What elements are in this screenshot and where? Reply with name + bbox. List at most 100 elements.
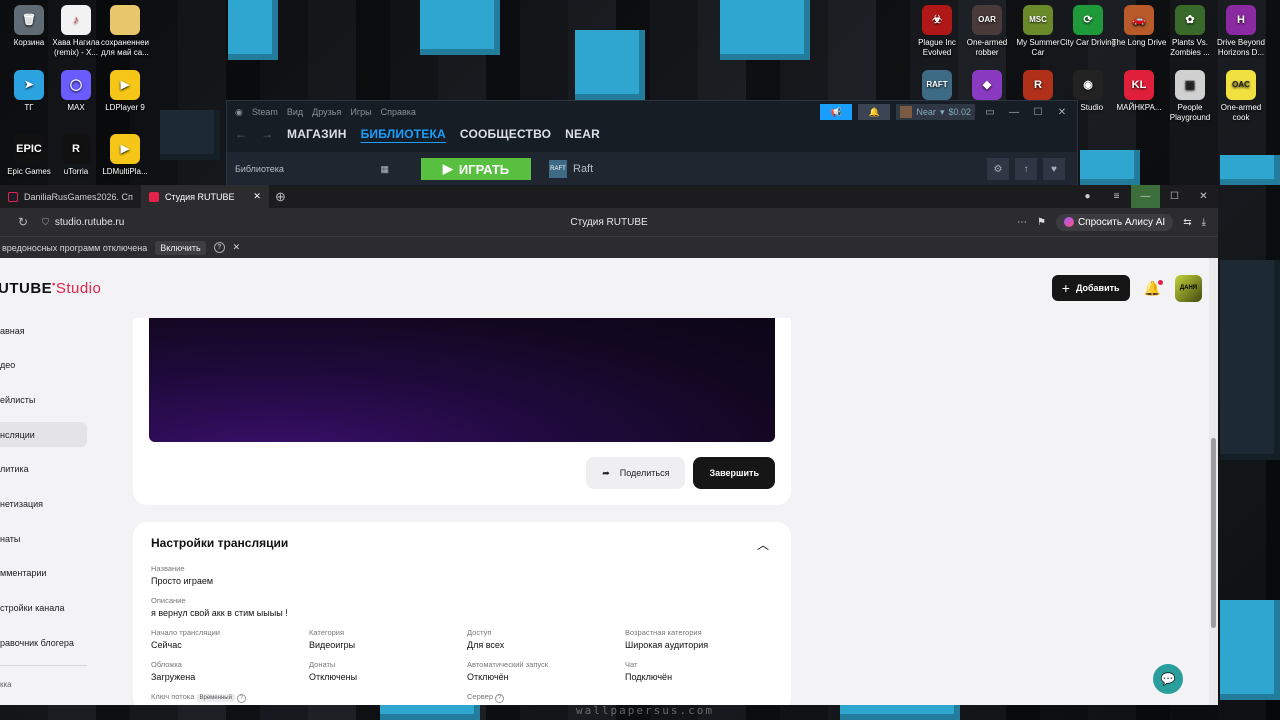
sidebar-item[interactable]: стройки канала [0,596,90,621]
field-value: Подключён [625,672,673,682]
sidebar-item[interactable]: авная [0,318,90,343]
minecraft-launcher-shortcut[interactable]: KL МАЙНКРА... [1110,70,1168,113]
steam-user[interactable]: Near ▾ $0.02 [896,104,975,120]
steam-menu-item[interactable]: Игры [350,107,371,117]
steam-menu-item[interactable]: Справка [381,107,416,117]
field-label: Автоматический запуск [467,660,549,669]
translate-icon[interactable]: ⇆ [1183,217,1191,228]
sidebar-item[interactable]: нетизация [0,491,90,516]
close-icon[interactable]: ✕ [1053,107,1071,118]
chevron-up-icon[interactable]: ︿ [757,536,769,553]
site-info-icon[interactable]: ⛉ [42,217,49,228]
steam-tab-profile[interactable]: NEAR [565,127,600,141]
my-summer-car-icon: MSC [1023,5,1053,35]
page-scrollbar[interactable] [1209,258,1218,705]
pvz-shortcut[interactable]: ✿ Plants Vs. Zombies ... [1161,5,1219,58]
help-icon[interactable]: ? [495,694,505,703]
help-icon[interactable]: ? [213,242,225,253]
finish-button[interactable]: Завершить [693,457,775,489]
steam-bell-icon[interactable]: 🔔 [858,104,891,120]
forward-arrow-icon[interactable]: → [261,127,273,141]
enable-button[interactable]: Включить [155,240,206,255]
one-armed-cook-shortcut[interactable]: OAC One-armed cook [1212,70,1270,123]
settings-gear-icon[interactable]: ⚙ [987,158,1009,180]
browser-tab[interactable]: DaniliaRusGames2026. Сп [0,185,141,208]
steam-menu-item[interactable]: Steam [252,107,278,117]
steam-tab-store[interactable]: МАГАЗИН [287,127,347,141]
monitor-icon[interactable]: ▭ [981,107,999,118]
stream-preview[interactable] [149,318,775,442]
minimize-icon[interactable]: — [1005,107,1023,118]
back-arrow-icon[interactable]: ← [235,127,247,141]
library-label[interactable]: Библиотека ▦ [227,164,397,175]
shortcut-label: One-armed robber [966,38,1008,57]
sidebar-item[interactable]: мментарии [0,561,90,586]
shortcut-label: People Playground [1169,103,1211,122]
wallpaper-cube [380,705,480,720]
ldmultiplayer-shortcut[interactable]: ▶ LDMultiPla... [96,134,154,177]
steam-topright: 📢 🔔 Near ▾ $0.02 ▭ — ☐ ✕ [820,104,1071,120]
folder-shortcut[interactable]: сохраненнеи для май са... [96,5,154,58]
support-chat-icon[interactable]: 💬 [1153,664,1183,694]
menu-icon[interactable]: ≡ [1102,185,1131,208]
field-value: Сейчас [151,640,182,650]
field-value: Видеоигры [309,640,356,650]
play-button[interactable]: ▶ ИГРАТЬ [421,158,531,180]
steam-window[interactable]: ◉ Steam Вид Друзья Игры Справка 📢 🔔 Near… [226,100,1078,186]
bookmark-icon[interactable]: ⚑ [1037,217,1046,228]
tab-label: DaniliaRusGames2026. Сп [24,191,133,202]
minimize-icon[interactable]: — [1131,185,1160,208]
steam-menu-item[interactable]: Вид [287,107,303,117]
shortcut-label: City Car Driving [1059,38,1116,47]
roblox-shortcut[interactable]: ◆ [958,70,1016,103]
settings-field: Категория Видеоигры [309,628,467,660]
ldplayer-shortcut[interactable]: ▶ LDPlayer 9 [96,70,154,113]
sidebar-item[interactable]: литика [0,457,90,482]
maximize-icon[interactable]: ☐ [1160,185,1189,208]
download-icon[interactable]: ⤓ [1202,217,1206,228]
share-button[interactable]: ➦ Поделиться [586,457,686,489]
people-playground-shortcut[interactable]: ▣ People Playground [1161,70,1219,123]
ask-alice-button[interactable]: Спросить Алису AI [1055,213,1174,231]
play-icon: ▶ [442,161,453,176]
sidebar-item[interactable]: равочник блогера [0,630,90,655]
announcement-icon[interactable]: 📢 [820,104,853,120]
close-tab-icon[interactable]: ✕ [253,191,261,202]
one-armed-robber-shortcut[interactable]: OAR One-armed robber [958,5,1016,58]
url-field[interactable]: studio.rutube.ru [55,217,125,228]
browser-tab-active[interactable]: Студия RUTUBE ✕ [140,185,269,208]
shortcut-label: Drive Beyond Horizons D... [1216,38,1266,57]
the-long-drive-shortcut[interactable]: 🚗 The Long Drive [1110,5,1168,48]
steam-menu-item[interactable]: Друзья [312,107,341,117]
close-icon[interactable]: ✕ [233,242,241,253]
stream-settings-card: Настройки трансляции ︿ Название Просто и… [133,522,791,705]
scrollbar-thumb[interactable] [1211,438,1216,628]
steam-tab-library[interactable]: БИБЛИОТЕКА [361,127,446,141]
wallpaper-cube [1080,150,1140,185]
add-button[interactable]: + Добавить [1051,275,1130,301]
studio-page: UTUBE•Studio + Добавить 🔔 ДАНЯ авная део е… [0,258,1218,705]
settings-field: Обложка Загружена [151,660,309,692]
sidebar-item[interactable]: наты [0,526,90,551]
reload-icon[interactable]: ↻ [18,215,28,229]
wallpaper-cube [420,0,500,55]
avatar[interactable]: ДАНЯ [1175,274,1202,302]
upload-arrow-icon[interactable]: ↑ [1015,158,1037,180]
more-options-icon[interactable]: ⋯ [1017,217,1027,228]
favorite-heart-icon[interactable]: ♥ [1043,158,1065,180]
maximize-icon[interactable]: ☐ [1029,107,1047,118]
drive-beyond-shortcut[interactable]: H Drive Beyond Horizons D... [1212,5,1270,58]
city-car-driving-shortcut[interactable]: ⟳ City Car Driving [1059,5,1117,48]
sidebar-item-support[interactable]: кка [0,680,90,689]
sidebar-item[interactable]: ейлисты [0,387,90,412]
sidebar-item[interactable]: део [0,353,90,378]
profile-icon[interactable]: ● [1073,185,1102,208]
rutube-studio-logo[interactable]: UTUBE•Studio [0,279,101,297]
close-icon[interactable]: ✕ [1189,185,1218,208]
sidebar-item[interactable]: нсляции [0,422,87,448]
notifications-bell-icon[interactable]: 🔔 [1144,279,1163,297]
help-icon[interactable]: ? [237,694,247,703]
grid-view-icon[interactable]: ▦ [380,164,389,175]
new-tab-icon[interactable]: ⊕ [275,189,286,205]
steam-tab-community[interactable]: СООБЩЕСТВО [460,127,551,141]
